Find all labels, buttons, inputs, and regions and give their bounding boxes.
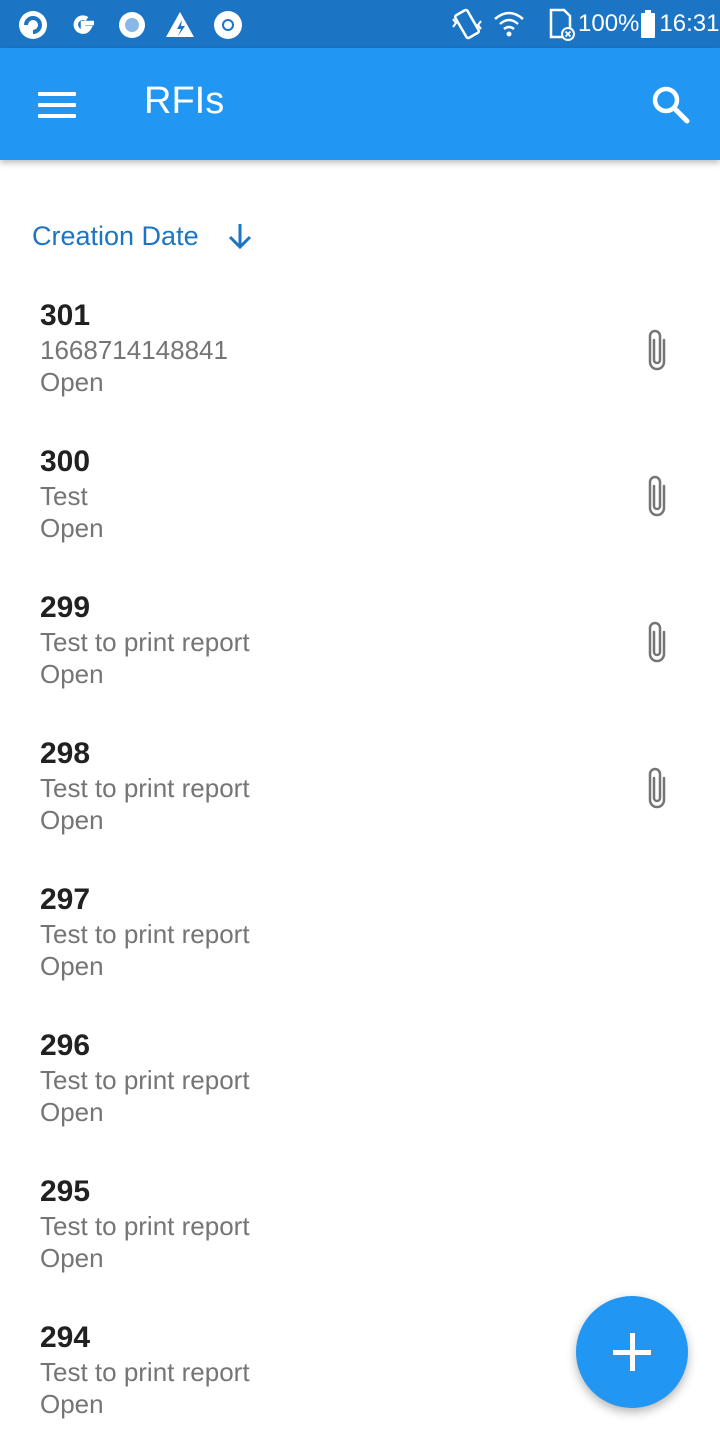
list-item[interactable]: 296 Test to print report Open — [0, 1022, 720, 1168]
drive-icon — [166, 12, 194, 37]
rfi-subject: Test to print report — [40, 1211, 250, 1241]
rfi-status: Open — [40, 1243, 104, 1273]
rfi-subject: Test — [40, 481, 88, 511]
battery-percent: 100% — [578, 10, 640, 37]
rfi-subject: Test to print report — [40, 919, 250, 949]
list-item[interactable]: 297 Test to print report Open — [0, 876, 720, 1022]
rfi-status: Open — [40, 951, 104, 981]
sort-label[interactable]: Creation Date — [32, 221, 199, 252]
status-bar: 100% 16:31 — [0, 0, 720, 48]
rfi-list: 301 1668714148841 Open 300 Test Open 299… — [0, 292, 720, 1440]
rfi-status: Open — [40, 659, 104, 689]
paperclip-icon — [648, 475, 666, 517]
sort-control[interactable]: Creation Date — [32, 214, 255, 258]
chrome-icon — [214, 11, 242, 39]
paperclip-icon — [648, 621, 666, 663]
rfi-subject: Test to print report — [40, 773, 250, 803]
rfi-number: 298 — [40, 737, 91, 770]
search-icon[interactable] — [650, 84, 692, 126]
sd-card-icon — [549, 8, 575, 41]
rfi-number: 300 — [40, 445, 91, 478]
wifi-icon — [494, 11, 524, 37]
rfi-number: 297 — [40, 883, 91, 916]
paperclip-icon — [648, 329, 666, 371]
rfi-status: Open — [40, 1097, 104, 1127]
battery-icon — [641, 10, 656, 38]
vibrate-icon — [452, 8, 482, 40]
app-logo-icon — [19, 11, 47, 39]
rfi-status: Open — [40, 805, 104, 835]
rfi-number: 295 — [40, 1175, 91, 1208]
paperclip-icon — [648, 767, 666, 809]
rfi-subject: Test to print report — [40, 627, 250, 657]
add-rfi-button[interactable] — [576, 1296, 688, 1408]
rfi-status: Open — [40, 513, 104, 543]
arrow-down-icon[interactable] — [225, 221, 255, 251]
list-item[interactable]: 300 Test Open — [0, 438, 720, 584]
rfi-number: 296 — [40, 1029, 91, 1062]
rfi-subject: Test to print report — [40, 1065, 250, 1095]
page-title: RFIs — [144, 80, 225, 122]
list-item[interactable]: 299 Test to print report Open — [0, 584, 720, 730]
rfi-subject: 1668714148841 — [40, 335, 228, 365]
google-icon — [73, 15, 94, 34]
circle-app-icon — [119, 12, 145, 38]
rfi-status: Open — [40, 367, 104, 397]
menu-icon[interactable] — [38, 92, 76, 118]
rfi-number: 299 — [40, 591, 91, 624]
list-item[interactable]: 298 Test to print report Open — [0, 730, 720, 876]
list-item[interactable]: 295 Test to print report Open — [0, 1168, 720, 1314]
clock: 16:31 — [659, 10, 720, 37]
rfi-number: 301 — [40, 299, 91, 332]
app-bar: RFIs — [0, 48, 720, 160]
list-item[interactable]: 301 1668714148841 Open — [0, 292, 720, 438]
